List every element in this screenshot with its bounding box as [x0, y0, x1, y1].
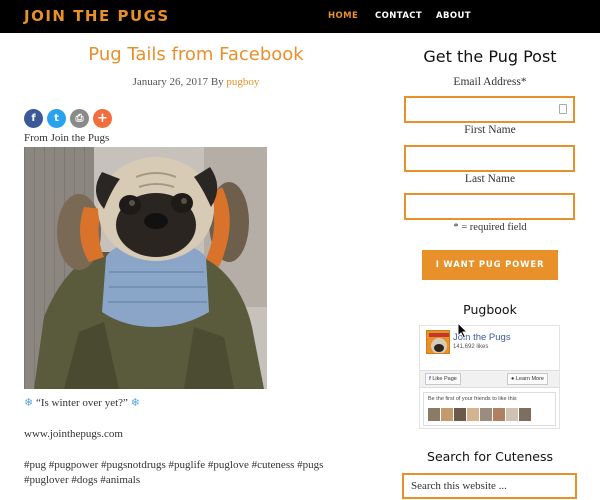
twitter-icon: t: [54, 113, 59, 124]
email-label: Email Address*: [453, 76, 527, 88]
print-icon: ⎙: [75, 113, 84, 124]
photo-caption: ❄ “Is winter over yet?” ❄: [24, 396, 140, 409]
more-share-icon: +: [97, 111, 108, 126]
friend-avatar[interactable]: [441, 408, 453, 421]
friend-avatar[interactable]: [467, 408, 479, 421]
fb-action-bar: f Like Page ● Learn More: [420, 370, 559, 388]
fb-like-page-button[interactable]: f Like Page: [425, 373, 461, 385]
search-placeholder: Search this website ...: [411, 480, 507, 492]
post-meta: January 26, 2017 By pugboy: [24, 76, 368, 88]
search-title: Search for Cuteness: [427, 449, 553, 464]
friend-avatar[interactable]: [519, 408, 531, 421]
site-logo[interactable]: JOIN THE PUGS: [24, 7, 170, 25]
last-name-field[interactable]: [404, 193, 575, 220]
print-button[interactable]: ⎙: [70, 109, 89, 128]
facebook-share-button[interactable]: f: [24, 109, 43, 128]
facebook-page-widget: Join the Pugs 141,692 likes f Like Page …: [419, 325, 560, 429]
post-date: January 26, 2017: [132, 76, 209, 88]
fb-friends-text: Be the first of your friends to like thi…: [428, 396, 517, 402]
pugbook-title: Pugbook: [463, 302, 517, 317]
fb-page-avatar[interactable]: [426, 330, 450, 354]
autofill-icon[interactable]: [559, 104, 567, 114]
site-header: JOIN THE PUGS HOME CONTACT ABOUT: [0, 0, 600, 33]
hashtags-line: #pug #pugpower #pugsnotdrugs #puglife #p…: [24, 459, 324, 471]
nav-about[interactable]: ABOUT: [436, 11, 471, 21]
more-share-button[interactable]: +: [93, 109, 112, 128]
twitter-share-button[interactable]: t: [47, 109, 66, 128]
snowflake-icon: ❄: [24, 396, 34, 409]
site-url-text: www.jointhepugs.com: [24, 428, 123, 440]
mouse-cursor-icon: [457, 322, 469, 339]
nav-contact[interactable]: CONTACT: [375, 11, 422, 21]
post-hashtags: #pug #pugpower #pugsnotdrugs #puglife #p…: [24, 458, 364, 488]
friend-avatar[interactable]: [480, 408, 492, 421]
fb-learn-more-label: Learn More: [515, 376, 544, 382]
post-author-link[interactable]: pugboy: [226, 76, 259, 88]
post-by: By: [210, 76, 224, 88]
nav-home[interactable]: HOME: [328, 11, 358, 21]
newsletter-title: Get the Pug Post: [423, 47, 557, 66]
last-name-label: Last Name: [464, 173, 516, 185]
friend-avatar[interactable]: [454, 408, 466, 421]
snowflake-icon: ❄: [130, 396, 140, 409]
friend-avatar[interactable]: [493, 408, 505, 421]
post-title[interactable]: Pug Tails from Facebook: [24, 44, 368, 65]
first-name-field[interactable]: [404, 145, 575, 172]
facebook-icon: f: [31, 113, 36, 124]
hashtags-line: #puglover #dogs #animals: [24, 474, 141, 486]
friend-avatar[interactable]: [428, 408, 440, 421]
caption-quote: “Is winter over yet?”: [35, 397, 128, 409]
required-note: * = required field: [453, 222, 527, 233]
search-input[interactable]: Search this website ...: [402, 473, 577, 499]
fb-friends-box: Be the first of your friends to like thi…: [423, 392, 556, 426]
subscribe-button[interactable]: I WANT PUG POWER: [422, 250, 558, 280]
first-name-label: First Name: [464, 124, 516, 136]
post-source-text: From Join the Pugs: [24, 132, 110, 144]
fb-learn-more-button[interactable]: ● Learn More: [507, 373, 548, 385]
fb-like-page-label: Like Page: [432, 376, 457, 382]
pug-photo: [24, 147, 267, 389]
fb-page-likes: 141,692 likes: [453, 344, 489, 350]
friend-avatar[interactable]: [506, 408, 518, 421]
email-field[interactable]: [404, 96, 575, 123]
